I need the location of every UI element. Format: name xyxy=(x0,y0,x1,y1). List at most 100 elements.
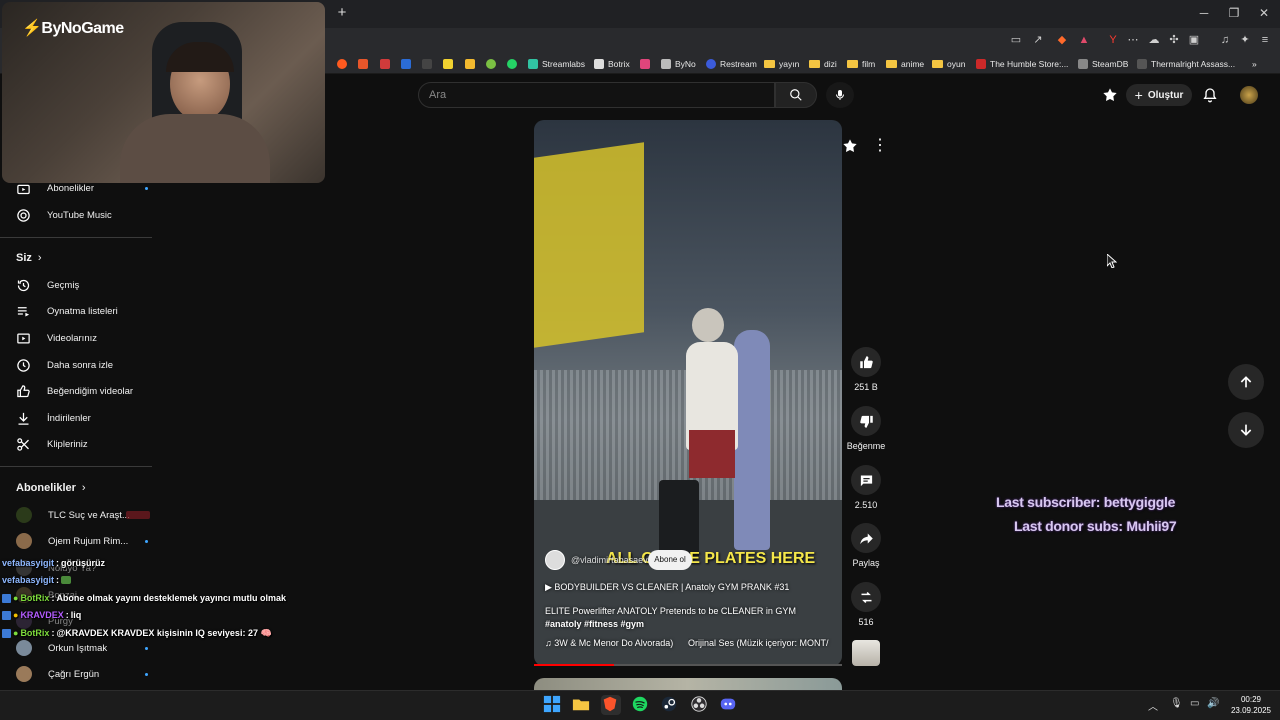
tray-overflow-chevron-icon[interactable]: ︿ xyxy=(1148,698,1160,713)
bookmark-icon-5[interactable] xyxy=(422,56,432,72)
share-label: Paylaş xyxy=(852,558,880,568)
sidebar-item-history[interactable]: Geçmiş xyxy=(16,277,79,293)
next-short-button[interactable] xyxy=(1228,412,1264,448)
subscribe-button[interactable]: Abone ol xyxy=(648,550,692,570)
extension-icon[interactable]: ☁ xyxy=(1147,33,1161,47)
sidebar-item-liked-videos[interactable]: Beğendiğim videolar xyxy=(16,383,133,399)
new-tab-button[interactable]: + xyxy=(334,5,350,21)
remix-button[interactable] xyxy=(851,582,881,612)
sidebar-item-label: İndirilenler xyxy=(47,412,91,424)
comments-button[interactable] xyxy=(851,465,881,495)
bookmark-folder-oyun[interactable]: oyun xyxy=(932,56,965,72)
sidebar-channel[interactable]: Orkun Işıtmak xyxy=(16,640,148,656)
bookmark-humble-store[interactable]: The Humble Store:... xyxy=(976,56,1068,72)
channel-avatar[interactable] xyxy=(545,550,565,570)
network-icon[interactable]: ▭ xyxy=(1190,698,1202,710)
remix-icon[interactable] xyxy=(842,138,858,154)
microphone-icon xyxy=(836,90,844,100)
cast-icon[interactable]: ▭ xyxy=(1009,33,1023,47)
more-options-icon[interactable]: ⋮ xyxy=(872,138,888,154)
restore-button[interactable]: ❐ xyxy=(1224,5,1244,21)
spotify-icon[interactable] xyxy=(631,695,651,715)
file-explorer-icon[interactable] xyxy=(572,695,592,715)
extension-red-icon[interactable]: Y xyxy=(1106,33,1120,47)
sidebar-channel[interactable]: Ojem Rujum Rim... xyxy=(16,533,148,549)
discord-icon[interactable] xyxy=(719,695,739,715)
menu-icon[interactable]: ≡ xyxy=(1258,33,1272,47)
bookmark-steamdb[interactable]: SteamDB xyxy=(1078,56,1128,72)
like-button[interactable] xyxy=(851,347,881,377)
dislike-button[interactable] xyxy=(851,406,881,436)
brave-shields-icon[interactable]: ◆ xyxy=(1055,33,1069,47)
share-button[interactable] xyxy=(851,523,881,553)
account-avatar[interactable] xyxy=(1240,86,1258,104)
sidebar-item-watch-later[interactable]: Daha sonra izle xyxy=(16,357,113,373)
bookmark-icon-2[interactable] xyxy=(358,56,368,72)
bookmark-folder-film[interactable]: film xyxy=(847,56,875,72)
bookmark-botrix[interactable]: Botrix xyxy=(594,56,630,72)
extension-dots-icon[interactable]: ⋯ xyxy=(1126,33,1140,47)
create-button[interactable]: + Oluştur xyxy=(1126,84,1192,106)
bookmark-icon-8[interactable] xyxy=(486,56,496,72)
sidebar-item-youtube-music[interactable]: YouTube Music xyxy=(16,207,112,223)
bookmark-icon-6[interactable] xyxy=(443,56,453,72)
previous-short-button[interactable] xyxy=(1228,364,1264,400)
sidebar-item-label: Videolarınız xyxy=(47,332,97,344)
extensions-puzzle-icon[interactable]: ✣ xyxy=(1167,33,1181,47)
sound-thumbnail[interactable] xyxy=(852,640,880,666)
bookmark-folder-anime[interactable]: anime xyxy=(886,56,924,72)
obs-studio-icon[interactable] xyxy=(690,695,710,715)
bookmark-restream[interactable]: Restream xyxy=(706,56,757,72)
sidebar-channel[interactable]: TLC Suç ve Araşt... xyxy=(16,507,150,523)
bookmark-icon-7[interactable] xyxy=(465,56,475,72)
close-window-button[interactable]: ✕ xyxy=(1254,5,1274,21)
search-input[interactable]: Ara xyxy=(418,82,775,108)
leo-ai-icon[interactable]: ✦ xyxy=(1238,33,1252,47)
sidebar-item-playlists[interactable]: Oynatma listeleri xyxy=(16,303,118,319)
taskbar-clock[interactable]: 00:29 23.09.2025 xyxy=(1226,694,1276,716)
bookmark-streamlabs[interactable]: Streamlabs xyxy=(528,56,585,72)
comment-icon xyxy=(860,475,872,486)
bookmark-byno[interactable]: ByNo xyxy=(661,56,696,72)
bookmark-icon-4[interactable] xyxy=(401,56,411,72)
volume-icon[interactable]: 🔊 xyxy=(1207,698,1219,710)
brave-browser-icon[interactable] xyxy=(601,695,621,715)
platform-badge-icon xyxy=(2,610,11,620)
voice-search-button[interactable] xyxy=(826,82,854,108)
sidebar-channel[interactable]: Çağrı Ergün xyxy=(16,666,148,682)
bookmark-icon-3[interactable] xyxy=(380,56,390,72)
more-bookmarks-button[interactable]: » xyxy=(1252,56,1257,72)
original-audio-label[interactable]: Orijinal Ses (Müzik içeriyor: MONT/ xyxy=(688,638,833,648)
sidebar-icon[interactable]: ▣ xyxy=(1187,33,1201,47)
microphone-tray-icon[interactable]: 🎙 xyxy=(1170,698,1183,710)
search-button[interactable] xyxy=(775,82,817,108)
bookmark-thermalright[interactable]: Thermalright Assass... xyxy=(1137,56,1235,72)
shorts-remix-icon[interactable] xyxy=(1102,87,1118,103)
play-icon: ▶ xyxy=(545,582,555,592)
bookmark-icon-1[interactable] xyxy=(337,56,347,72)
channel-name: Çağrı Ergün xyxy=(48,668,100,680)
sidebar-section-subscriptions[interactable]: Abonelikler › xyxy=(16,482,86,494)
bookmark-folder-dizi[interactable]: dizi xyxy=(809,56,837,72)
music-icon[interactable]: ♫ xyxy=(1218,33,1232,47)
notifications-bell-icon[interactable] xyxy=(1202,87,1218,103)
bookmark-folder-yayin[interactable]: yayın xyxy=(764,56,799,72)
sidebar-item-clips[interactable]: Klipleriniz xyxy=(16,436,88,452)
music-info[interactable]: ♫ 3W & Mc Menor Do Alvorada) xyxy=(545,638,673,648)
bookmark-icon-whatsapp[interactable] xyxy=(507,56,517,72)
brave-rewards-icon[interactable]: ▲ xyxy=(1077,33,1091,47)
sidebar-item-downloads[interactable]: İndirilenler xyxy=(16,410,91,426)
create-label: Oluştur xyxy=(1147,89,1184,101)
bookmark-heart[interactable] xyxy=(640,56,650,72)
windows-start-icon[interactable] xyxy=(543,695,563,715)
share-icon[interactable]: ↗ xyxy=(1031,33,1045,47)
sidebar-item-your-videos[interactable]: Videolarınız xyxy=(16,330,97,346)
sidebar-section-you[interactable]: Siz › xyxy=(16,252,42,264)
next-short-preview[interactable] xyxy=(534,678,842,690)
steam-icon[interactable] xyxy=(660,695,680,715)
clock-time: 00:29 xyxy=(1240,695,1262,704)
video-hashtags[interactable]: #anatoly #fitness #gym xyxy=(545,619,644,629)
related-video-link[interactable]: ▶ BODYBUILDER VS CLEANER | Anatoly GYM P… xyxy=(545,582,789,593)
minimize-button[interactable]: ─ xyxy=(1194,5,1214,21)
channel-handle[interactable]: @vladimirtabasaev xyxy=(571,555,648,565)
